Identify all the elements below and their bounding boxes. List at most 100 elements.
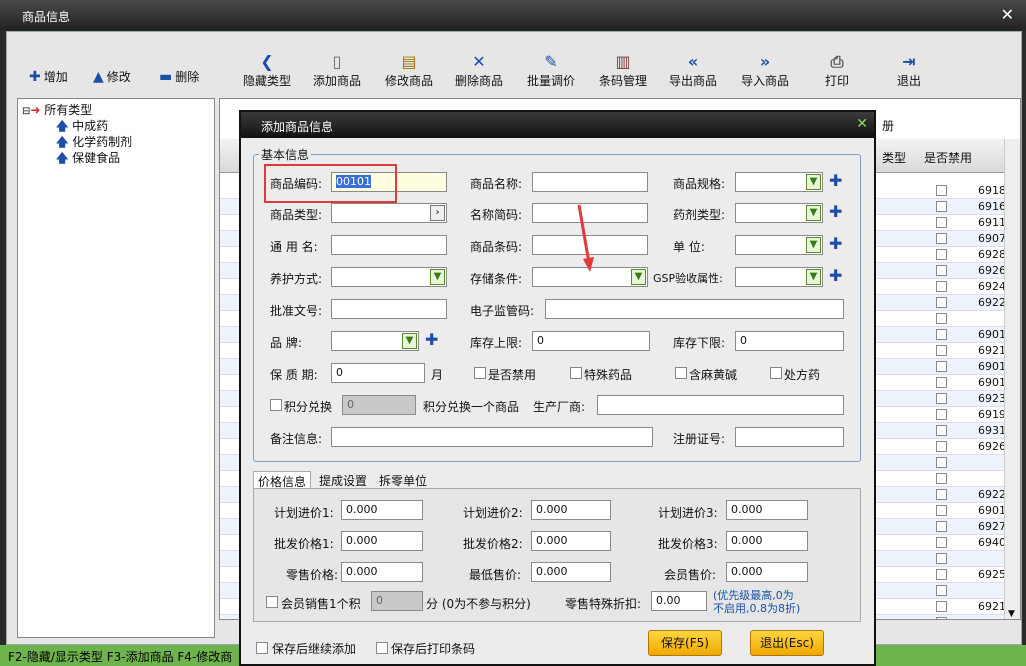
shelf-input[interactable]: 0 <box>331 363 425 383</box>
barcode-button[interactable]: ▥ 条码管理 <box>593 52 653 102</box>
row-disabled-checkbox[interactable] <box>936 409 947 420</box>
discount-input[interactable]: 0.00 <box>651 591 707 611</box>
row-disabled-checkbox[interactable] <box>936 313 947 324</box>
approval-input[interactable] <box>331 299 447 319</box>
save-button[interactable]: 保存(F5) <box>648 630 722 656</box>
special-checkbox[interactable] <box>570 367 582 379</box>
brand-select[interactable]: ▼ <box>331 331 419 351</box>
row-disabled-checkbox[interactable] <box>936 553 947 564</box>
vertical-scrollbar[interactable]: ▼ <box>1004 139 1020 619</box>
drug-type-select[interactable]: ▼ <box>735 203 823 223</box>
row-disabled-checkbox[interactable] <box>936 585 947 596</box>
spec-select[interactable]: ▼ <box>735 172 823 192</box>
whole3-input[interactable]: 0.000 <box>726 531 808 551</box>
row-disabled-checkbox[interactable] <box>936 441 947 452</box>
approval-label: 批准文号: <box>270 304 323 318</box>
export-goods-button[interactable]: « 导出商品 <box>663 52 723 102</box>
row-disabled-checkbox[interactable] <box>936 601 947 612</box>
dialog-exit-button[interactable]: 退出(Esc) <box>750 630 824 656</box>
row-disabled-checkbox[interactable] <box>936 297 947 308</box>
plan3-input[interactable]: 0.000 <box>726 500 808 520</box>
stock-max-input[interactable]: 0 <box>532 331 650 351</box>
row-disabled-checkbox[interactable] <box>936 489 947 500</box>
row-disabled-checkbox[interactable] <box>936 569 947 580</box>
print-label: 打印 <box>824 74 849 88</box>
import-goods-button[interactable]: » 导入商品 <box>735 52 795 102</box>
row-disabled-checkbox[interactable] <box>936 345 947 356</box>
delete-goods-button[interactable]: ✕ 删除商品 <box>449 52 509 102</box>
disabled-checkbox[interactable] <box>474 367 486 379</box>
edit-type-button[interactable]: ▲ 修改 <box>93 68 131 85</box>
plan2-input[interactable]: 0.000 <box>531 500 611 520</box>
add-drug-type-icon[interactable]: ✚ <box>829 202 842 221</box>
whole2-input[interactable]: 0.000 <box>531 531 611 551</box>
rx-checkbox[interactable] <box>770 367 782 379</box>
row-disabled-checkbox[interactable] <box>936 521 947 532</box>
common-input[interactable] <box>331 235 447 255</box>
row-disabled-checkbox[interactable] <box>936 505 947 516</box>
row-disabled-checkbox[interactable] <box>936 377 947 388</box>
row-code: 6931 <box>978 424 1006 437</box>
close-icon[interactable]: ✕ <box>1001 5 1014 24</box>
chevron-left-icon: ❮ <box>260 52 274 71</box>
row-disabled-checkbox[interactable] <box>936 617 947 619</box>
row-disabled-checkbox[interactable] <box>936 457 947 468</box>
row-disabled-checkbox[interactable] <box>936 361 947 372</box>
points-exchange-checkbox[interactable] <box>270 399 282 411</box>
add-brand-icon[interactable]: ✚ <box>425 330 438 349</box>
member-points-checkbox[interactable] <box>266 596 278 608</box>
add-unit-icon[interactable]: ✚ <box>829 234 842 253</box>
row-disabled-checkbox[interactable] <box>936 281 947 292</box>
add-spec-icon[interactable]: ✚ <box>829 171 842 190</box>
row-code: 6901 <box>978 504 1006 517</box>
row-disabled-checkbox[interactable] <box>936 265 947 276</box>
unit-select[interactable]: ▼ <box>735 235 823 255</box>
plan2-value: 0.000 <box>536 503 568 516</box>
stock-max-value: 0 <box>537 334 544 347</box>
row-disabled-checkbox[interactable] <box>936 217 947 228</box>
tree-item-3[interactable]: 🡅 保健食品 <box>56 149 120 170</box>
ephedrine-checkbox[interactable] <box>675 367 687 379</box>
tree-root[interactable]: ⊟➜ 所有类型 <box>22 101 92 118</box>
keep-add-checkbox[interactable] <box>256 642 268 654</box>
dialog-close-icon[interactable]: ✕ <box>856 116 868 132</box>
print-button[interactable]: ⎙ 打印 <box>807 52 867 102</box>
supervise-input[interactable] <box>545 299 844 319</box>
row-disabled-checkbox[interactable] <box>936 425 947 436</box>
add-goods-button[interactable]: ▯ 添加商品 <box>307 52 367 102</box>
edit-goods-button[interactable]: ▤ 修改商品 <box>379 52 439 102</box>
plan1-input[interactable]: 0.000 <box>341 500 423 520</box>
gsp-select[interactable]: ▼ <box>735 267 823 287</box>
retail-input[interactable]: 0.000 <box>341 562 423 582</box>
exit-button[interactable]: ⇥ 退出 <box>879 52 939 102</box>
row-disabled-checkbox[interactable] <box>936 329 947 340</box>
row-disabled-checkbox[interactable] <box>936 185 947 196</box>
batch-price-button[interactable]: ✎ 批量调价 <box>521 52 581 102</box>
whole1-input[interactable]: 0.000 <box>341 531 423 551</box>
window-title: 商品信息 <box>22 10 71 24</box>
maker-input[interactable] <box>597 395 844 415</box>
row-code: 6923 <box>978 392 1006 405</box>
reg-input[interactable] <box>735 427 844 447</box>
row-disabled-checkbox[interactable] <box>936 201 947 212</box>
row-disabled-checkbox[interactable] <box>936 473 947 484</box>
member-price-input[interactable]: 0.000 <box>726 562 808 582</box>
care-select[interactable]: ▼ <box>331 267 447 287</box>
browse-icon[interactable]: › <box>430 205 445 221</box>
scroll-down-icon[interactable]: ▼ <box>1008 609 1015 619</box>
delete-type-button[interactable]: ▬ 删除 <box>159 68 199 85</box>
row-disabled-checkbox[interactable] <box>936 393 947 404</box>
name-input[interactable] <box>532 172 648 192</box>
discount-note-2: 不启用,0.8为8折) <box>713 602 801 615</box>
row-disabled-checkbox[interactable] <box>936 233 947 244</box>
print-barcode-checkbox[interactable] <box>376 642 388 654</box>
type-input[interactable]: › <box>331 203 447 223</box>
add-type-button[interactable]: ✚ 增加 <box>29 68 68 85</box>
row-disabled-checkbox[interactable] <box>936 537 947 548</box>
min-price-input[interactable]: 0.000 <box>531 562 611 582</box>
hide-type-button[interactable]: ❮ 隐藏类型 <box>237 52 297 102</box>
add-gsp-icon[interactable]: ✚ <box>829 266 842 285</box>
stock-min-input[interactable]: 0 <box>735 331 844 351</box>
row-disabled-checkbox[interactable] <box>936 249 947 260</box>
remark-input[interactable] <box>331 427 653 447</box>
